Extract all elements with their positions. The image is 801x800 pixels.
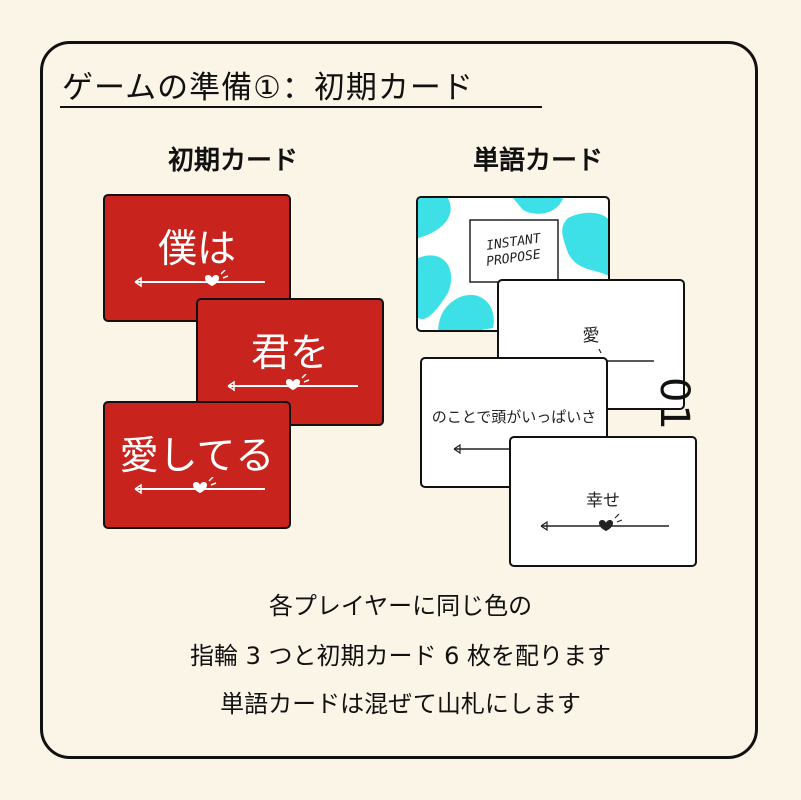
heart-arrow-icon [540,514,669,532]
instruction-line: 指輪 3 つと初期カード 6 枚を配ります [189,642,612,670]
heart-arrow-icon [134,270,265,288]
card-text: 幸せ [586,491,620,511]
card-text: 僕は [157,227,236,272]
word-card-label: 単語カード [473,146,604,176]
heading-underline [60,106,542,108]
initial-card-label: 初期カード [168,146,299,176]
heart-arrow-icon [227,374,358,392]
page-number: 01 [651,377,697,432]
card-text: 愛 [582,326,600,346]
heart-arrow-icon [134,477,265,495]
word-card: 幸せ [509,436,697,567]
card-text: 君を [250,331,329,376]
card-text: のことで頭がいっぱいさ [431,408,597,426]
card-text: 愛してる [119,434,275,479]
instruction-line: 各プレイヤーに同じ色の [268,592,533,620]
initial-card: 愛してる [103,401,291,529]
instruction-line: 単語カードは混ぜて山札にします [220,690,581,718]
section-heading: ゲームの準備①：初期カード [62,70,474,106]
